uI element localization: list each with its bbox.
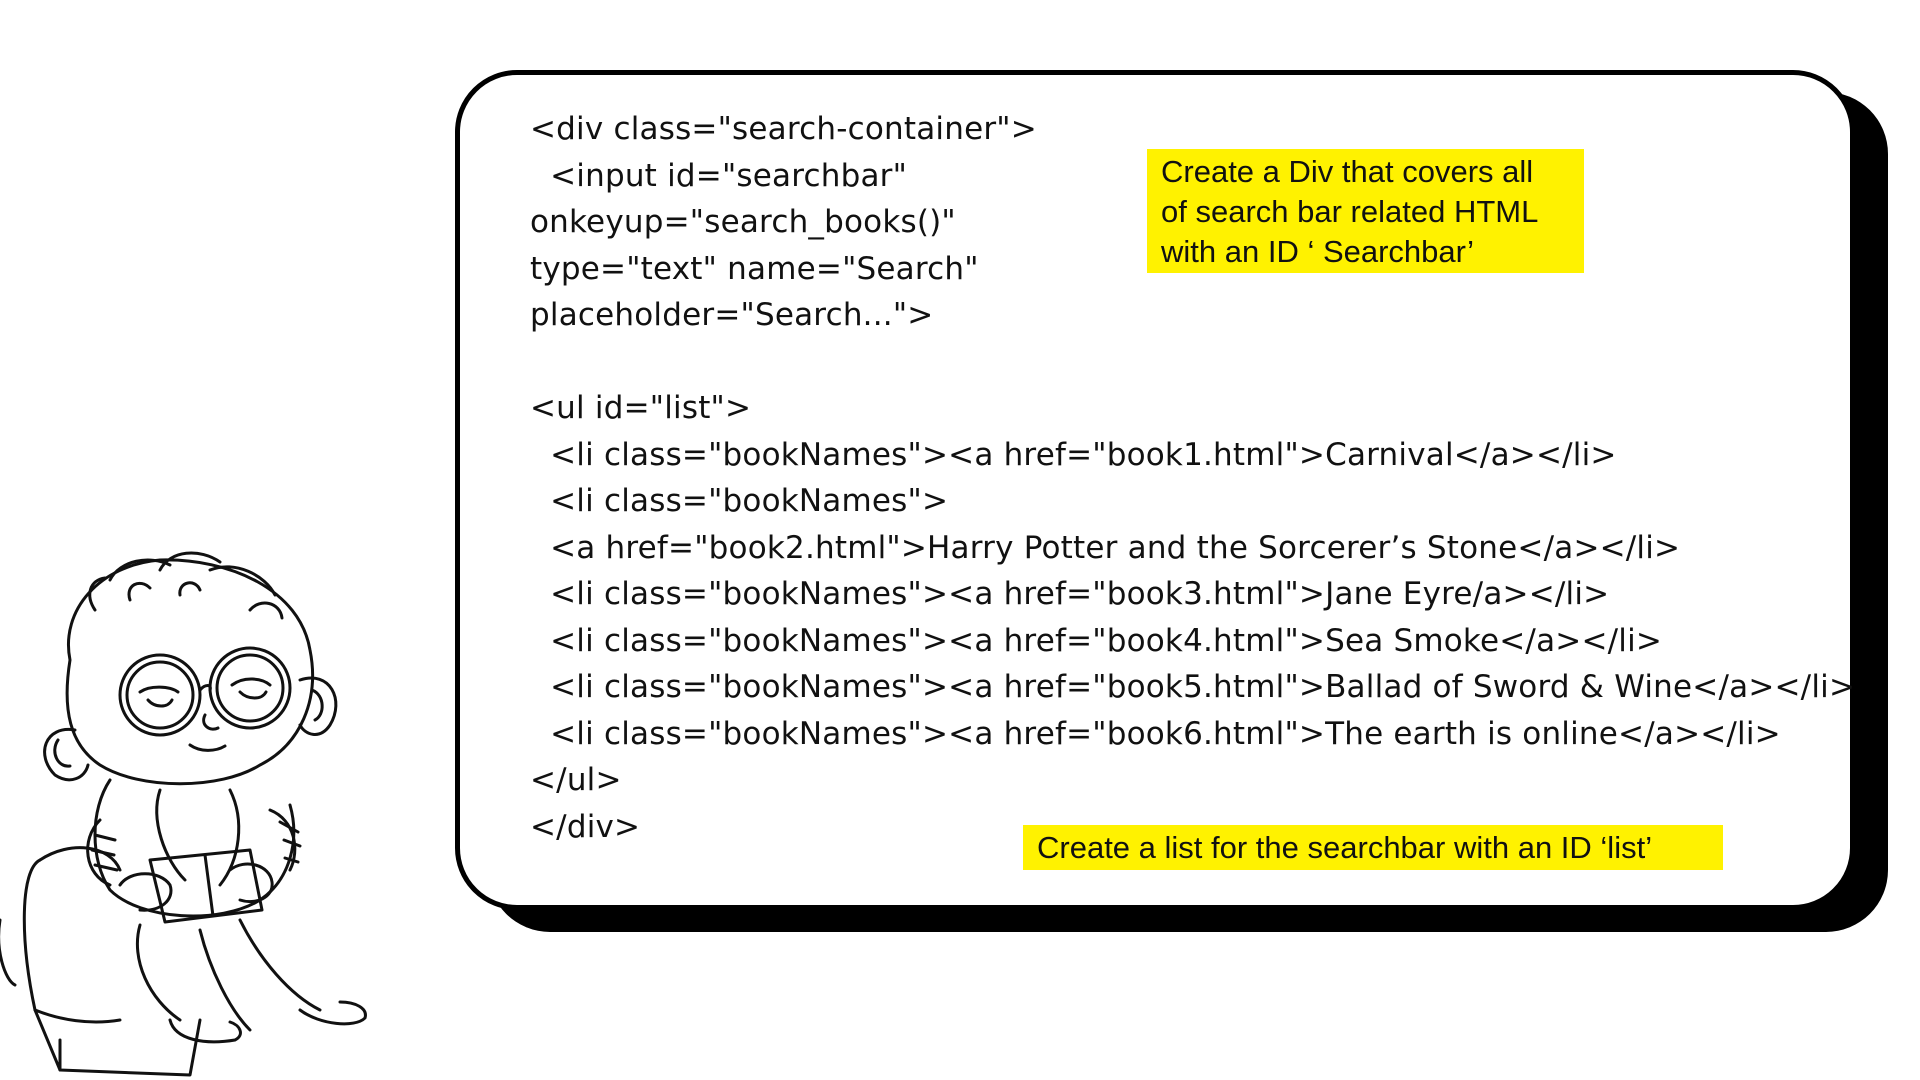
code-line: <li class="bookNames"><a href="book4.htm… <box>530 622 1663 659</box>
list-annotation-note: Create a list for the searchbar with an … <box>1023 825 1723 870</box>
div-annotation-note: Create a Div that covers all of search b… <box>1147 149 1584 273</box>
code-line: <li class="bookNames"><a href="book6.htm… <box>530 715 1781 752</box>
note-line: with an ID ‘ Searchbar’ <box>1161 234 1475 269</box>
code-line: placeholder="Search..."> <box>530 297 934 333</box>
code-line: <li class="bookNames"><a href="book5.htm… <box>530 669 1856 705</box>
code-line: <ul id="list"> <box>530 390 752 426</box>
note-line: Create a Div that covers all <box>1161 154 1534 189</box>
character-body <box>93 778 296 918</box>
code-line: <li class="bookNames"><a href="book1.htm… <box>530 436 1617 473</box>
note-line: of search bar related HTML <box>1161 194 1539 229</box>
code-line: <a href="book2.html">Harry Potter and th… <box>530 529 1681 566</box>
code-line: <li class="bookNames"> <box>530 483 949 519</box>
glasses-right-lens <box>208 646 292 730</box>
code-line: </ul> <box>530 762 622 798</box>
code-line: <div class="search-container"> <box>530 111 1037 147</box>
cartoon-character-illustration <box>0 551 367 1077</box>
shoe-left <box>168 1018 242 1044</box>
code-line: <li class="bookNames"><a href="book3.htm… <box>530 576 1610 612</box>
glasses-left-lens <box>118 653 202 737</box>
